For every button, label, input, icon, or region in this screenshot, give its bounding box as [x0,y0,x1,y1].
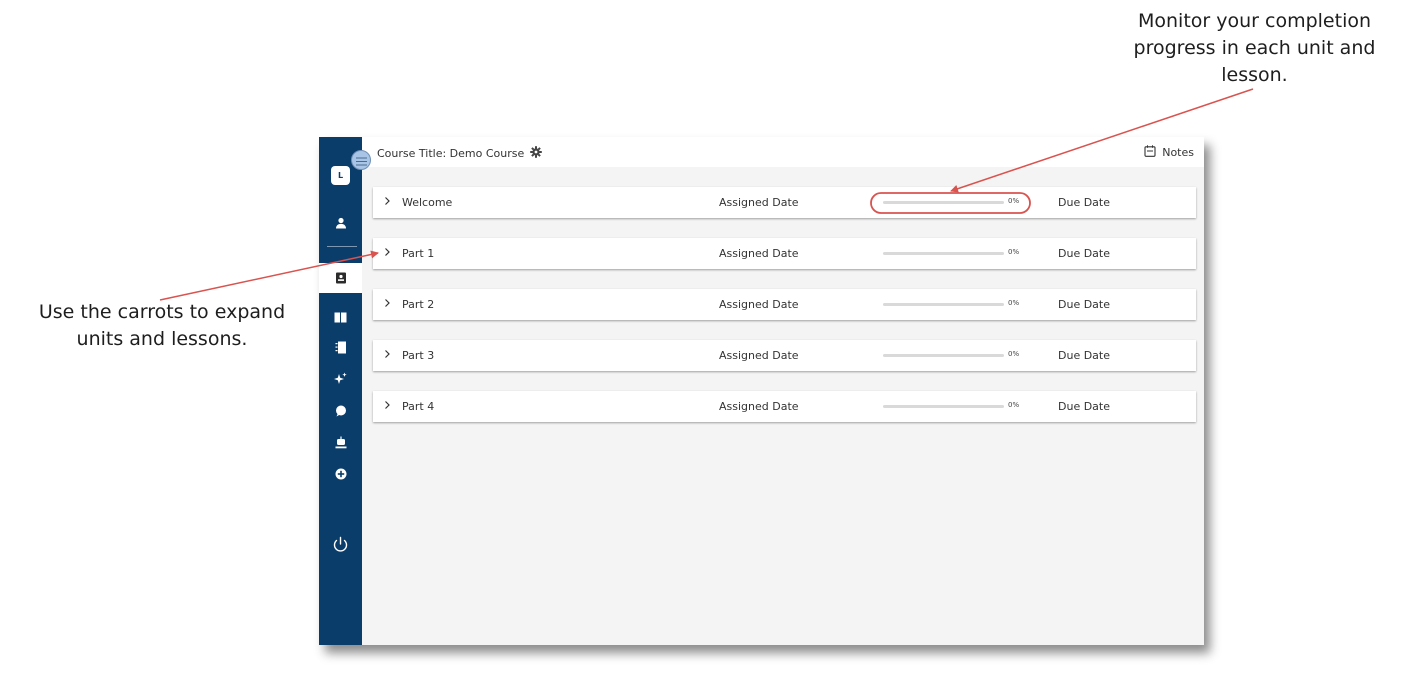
chevron-right-icon[interactable] [384,298,391,311]
sidebar-item-courses[interactable] [319,263,362,293]
progress-percent: 0% [1008,248,1020,256]
sidebar-item-chat[interactable] [319,398,362,424]
unit-title: Part 1 [402,247,435,260]
unit-title: Part 2 [402,298,435,311]
sidebar-item-profile[interactable] [319,210,362,236]
page-title: Course Title: Demo Course [377,147,525,160]
due-date: Due Date [1058,196,1110,209]
app-window: L Course Title: Demo Course Notes Welcom… [319,137,1204,645]
course-title-group: Course Title: Demo Course [377,146,543,161]
progress-percent: 0% [1008,197,1020,205]
unit-row[interactable]: Part 4 Assigned Date 0% Due Date [373,391,1196,422]
hamburger-icon [355,151,367,170]
assigned-date: Assigned Date [719,400,799,413]
assigned-date: Assigned Date [719,247,799,260]
sidebar-item-assistant[interactable] [319,430,362,456]
unit-row[interactable]: Part 1 Assigned Date 0% Due Date [373,238,1196,269]
progress-bar [883,354,1004,357]
notebook-icon [335,339,347,358]
due-date: Due Date [1058,400,1110,413]
unit-row[interactable]: Welcome Assigned Date 0% Due Date [373,187,1196,218]
sidebar-item-library[interactable] [319,304,362,330]
sidebar: L [319,137,362,645]
progress-bar [883,405,1004,408]
menu-toggle-button[interactable] [351,150,371,170]
sidebar-item-ai[interactable] [319,366,362,392]
course-header: Course Title: Demo Course Notes [362,137,1204,167]
calendar-icon [1144,145,1156,160]
unit-title: Part 4 [402,400,435,413]
notes-label: Notes [1162,146,1194,159]
carrots-callout: Use the carrots to expand units and less… [38,301,286,350]
book-open-icon [334,308,347,327]
chevron-right-icon[interactable] [384,196,391,209]
chevron-right-icon[interactable] [384,349,391,362]
robot-icon [335,434,347,453]
progress-percent: 0% [1008,350,1020,358]
unit-title: Part 3 [402,349,435,362]
progress-bar [883,252,1004,255]
progress-percent: 0% [1008,401,1020,409]
progress-callout: Monitor your completion progress in each… [1133,10,1376,86]
gear-icon[interactable] [530,146,543,161]
progress-bar [883,201,1004,204]
chevron-right-icon[interactable] [384,400,391,413]
user-icon [335,214,347,233]
unit-title: Welcome [402,196,453,209]
chat-bubble-icon [335,402,347,421]
sidebar-divider [327,246,357,247]
contact-book-icon [335,269,347,288]
add-circle-icon [335,465,347,484]
progress-bar [883,303,1004,306]
sidebar-item-add[interactable] [319,461,362,487]
due-date: Due Date [1058,247,1110,260]
tutorial-screenshot: Monitor your completion progress in each… [0,0,1414,680]
sparkles-icon [334,370,347,389]
assigned-date: Assigned Date [719,196,799,209]
sidebar-item-logout[interactable] [319,533,362,559]
unit-row[interactable]: Part 2 Assigned Date 0% Due Date [373,289,1196,320]
notes-button[interactable]: Notes [1144,145,1194,160]
assigned-date: Assigned Date [719,298,799,311]
chevron-right-icon[interactable] [384,247,391,260]
progress-percent: 0% [1008,299,1020,307]
avatar-initial: L [331,165,350,185]
unit-row[interactable]: Part 3 Assigned Date 0% Due Date [373,340,1196,371]
assigned-date: Assigned Date [719,349,799,362]
sidebar-item-notebook[interactable] [319,335,362,361]
due-date: Due Date [1058,349,1110,362]
power-icon [332,536,349,557]
due-date: Due Date [1058,298,1110,311]
